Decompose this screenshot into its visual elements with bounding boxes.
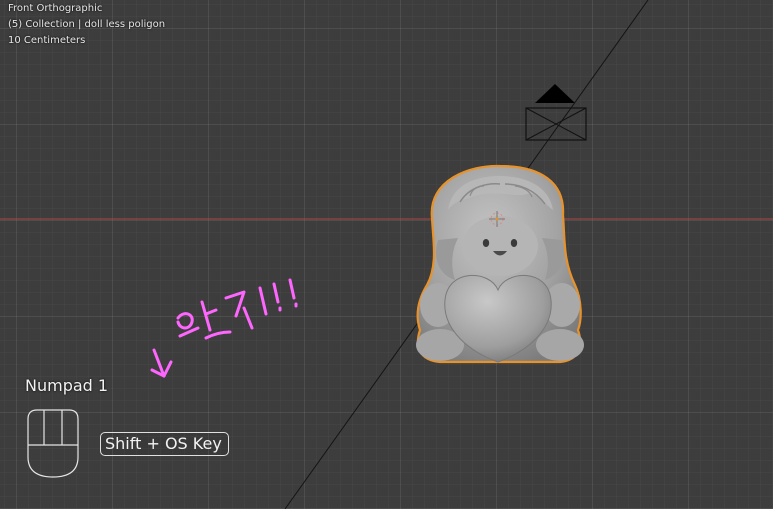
3d-viewport[interactable]: Front Orthographic (5) Collection | doll… [0,0,773,509]
mouse-icon [27,409,79,478]
doll-model[interactable] [416,164,584,364]
camera-object[interactable] [525,84,587,141]
screencast-key-label: Numpad 1 [25,376,109,395]
screencast-modifier-keys: Shift + OS Key [100,432,229,456]
handwritten-annotation [150,278,298,378]
